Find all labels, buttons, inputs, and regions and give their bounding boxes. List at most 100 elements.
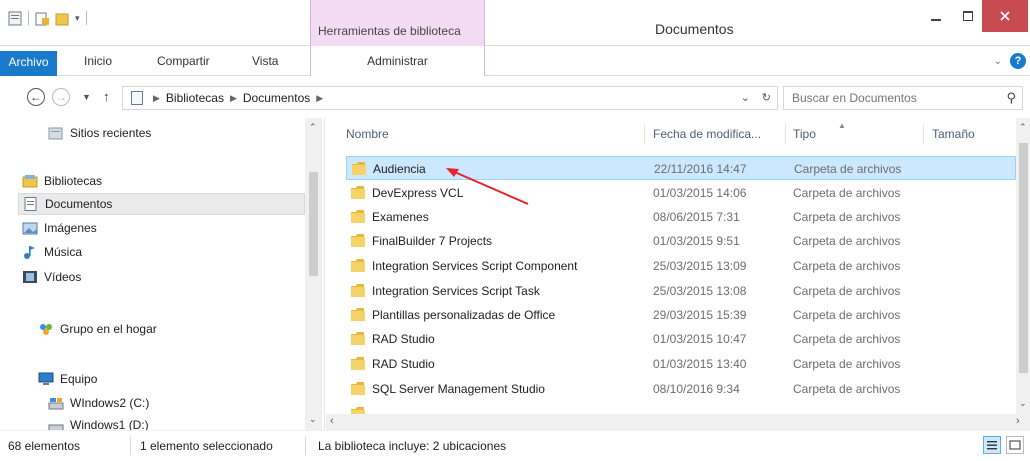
file-name: FinalBuilder 7 Projects: [372, 234, 493, 248]
tab-manage[interactable]: Administrar: [310, 46, 485, 76]
library-tools-context-group: Herramientas de biblioteca: [310, 0, 485, 46]
column-divider[interactable]: [785, 124, 786, 144]
expand-ribbon-icon[interactable]: ⌄: [994, 56, 1002, 67]
nav-item-documents[interactable]: Documentos: [18, 193, 305, 215]
refresh-icon[interactable]: ↻: [762, 91, 771, 104]
drive-icon: [48, 396, 64, 410]
nav-item-drive-c[interactable]: WIndows2 (C:): [48, 392, 288, 414]
search-input[interactable]: [792, 91, 992, 105]
nav-item-label: WIndows2 (C:): [70, 396, 150, 410]
file-type: Carpeta de archivos: [793, 234, 901, 248]
column-divider[interactable]: [644, 124, 645, 144]
scrollbar-thumb[interactable]: [309, 172, 318, 276]
libraries-icon: [22, 174, 38, 188]
window-title: Documentos: [655, 21, 734, 37]
scroll-left-icon[interactable]: ‹: [330, 415, 334, 427]
file-date: 22/11/2016 14:47: [654, 162, 747, 176]
scroll-down-icon[interactable]: ⌄: [309, 414, 317, 425]
properties-icon[interactable]: [35, 11, 49, 26]
table-row[interactable]: RAD Studio 01/03/2015 13:40 Carpeta de a…: [346, 352, 1016, 376]
column-divider[interactable]: [923, 124, 924, 144]
file-date: 01/03/2015 14:06: [653, 186, 747, 200]
minimize-icon: [931, 19, 941, 21]
close-icon: [1000, 11, 1010, 21]
search-icon[interactable]: ⚲: [1006, 90, 1016, 106]
library-info: La biblioteca incluye: 2 ubicaciones: [318, 439, 507, 453]
customize-toolbar-icon[interactable]: ▾: [75, 13, 80, 24]
up-arrow-icon[interactable]: ↑: [103, 89, 110, 104]
nav-item-label: Música: [44, 245, 83, 259]
status-divider: [305, 437, 306, 455]
file-type: Carpeta de archivos: [794, 162, 902, 176]
file-type: Carpeta de archivos: [793, 308, 901, 322]
drive-icon: [48, 418, 64, 430]
breadcrumb-documents[interactable]: Documentos: [243, 91, 310, 105]
table-row[interactable]: Integration Services Script Task 25/03/2…: [346, 279, 1016, 303]
table-row[interactable]: SQL Server Management Studio 08/10/2016 …: [346, 377, 1016, 401]
back-button[interactable]: ←: [27, 88, 45, 106]
table-row[interactable]: Plantillas personalizadas de Office 29/0…: [346, 303, 1016, 327]
tab-file[interactable]: Archivo: [0, 51, 57, 76]
chevron-right-icon[interactable]: ▶: [153, 93, 160, 104]
details-view-icon: [987, 441, 997, 450]
details-view-button[interactable]: [983, 436, 1001, 454]
column-header-date[interactable]: Fecha de modifica...: [653, 127, 761, 141]
item-count: 68 elementos: [8, 439, 81, 453]
nav-item-label: Equipo: [60, 372, 98, 386]
tab-share[interactable]: Compartir: [157, 46, 210, 76]
system-menu-icon[interactable]: [8, 11, 22, 26]
table-row[interactable]: FinalBuilder 7 Projects 01/03/2015 9:51 …: [346, 229, 1016, 253]
help-icon[interactable]: ?: [1010, 53, 1026, 69]
tab-home[interactable]: Inicio: [84, 46, 112, 76]
new-folder-icon[interactable]: [55, 11, 69, 26]
nav-item-videos[interactable]: Vídeos: [22, 266, 282, 288]
table-row[interactable]: RAD Studio 01/03/2015 10:47 Carpeta de a…: [346, 327, 1016, 351]
nav-item-drive-d[interactable]: Windows1 (D:): [48, 414, 288, 430]
file-type: Carpeta de archivos: [793, 332, 901, 346]
address-history-dropdown-icon[interactable]: ⌄: [741, 91, 750, 104]
nav-item-recent-places[interactable]: Sitios recientes: [48, 122, 288, 144]
column-header-size[interactable]: Tamaño: [932, 127, 975, 141]
search-box[interactable]: ⚲: [783, 86, 1023, 110]
nav-item-computer[interactable]: Equipo: [38, 368, 288, 390]
scrollbar-thumb[interactable]: [1019, 143, 1028, 373]
file-date: 25/03/2015 13:09: [653, 259, 747, 273]
recent-locations-dropdown-icon[interactable]: ▼: [82, 92, 91, 102]
chevron-right-icon[interactable]: ▶: [316, 93, 323, 104]
file-name: Integration Services Script Component: [372, 259, 578, 273]
nav-pane-scrollbar[interactable]: ⌃ ⌄: [305, 118, 322, 430]
file-list-scrollbar[interactable]: ⌃ ⌄: [1016, 118, 1030, 414]
file-name: RAD Studio: [372, 357, 435, 371]
scroll-up-icon[interactable]: ⌃: [1019, 122, 1027, 133]
scroll-up-icon[interactable]: ⌃: [309, 122, 317, 133]
breadcrumb-libraries[interactable]: Bibliotecas: [166, 91, 224, 105]
nav-item-music[interactable]: Música: [22, 241, 282, 263]
music-icon: [22, 245, 38, 259]
table-row[interactable]: Integration Services Script Component 25…: [346, 254, 1016, 278]
column-header-type[interactable]: Tipo: [793, 127, 816, 141]
address-tools: ⌄ ↻: [741, 91, 771, 104]
scroll-right-icon[interactable]: ›: [1016, 415, 1020, 427]
table-row[interactable]: [346, 402, 1016, 414]
tab-view[interactable]: Vista: [252, 46, 278, 76]
file-name: SQL Server Management Studio: [372, 382, 545, 396]
address-bar[interactable]: ▶ Bibliotecas ▶ Documentos ▶ ⌄ ↻: [122, 86, 778, 110]
folder-icon: [351, 210, 365, 223]
nav-item-homegroup[interactable]: Grupo en el hogar: [38, 318, 288, 340]
sort-ascending-icon: ▲: [838, 121, 846, 130]
nav-item-label: Windows1 (D:): [70, 418, 149, 430]
chevron-right-icon[interactable]: ▶: [230, 93, 237, 104]
file-list-horizontal-scrollbar[interactable]: ‹ ›: [326, 414, 1030, 430]
nav-item-pictures[interactable]: Imágenes: [22, 217, 282, 239]
quick-access-toolbar: ▾: [8, 9, 87, 27]
scroll-down-icon[interactable]: ⌄: [1019, 398, 1027, 409]
forward-button[interactable]: →: [52, 88, 70, 106]
column-header-name[interactable]: Nombre: [346, 127, 389, 141]
large-icons-view-button[interactable]: [1006, 436, 1024, 454]
navigation-pane: Sitios recientes Bibliotecas Documentos …: [0, 118, 325, 430]
maximize-icon: [963, 11, 973, 21]
file-date: 01/03/2015 9:51: [653, 234, 740, 248]
nav-item-libraries[interactable]: Bibliotecas: [22, 170, 282, 192]
column-headers: Nombre Fecha de modifica... Tipo ▲ Tamañ…: [326, 118, 1016, 148]
close-button[interactable]: [982, 0, 1028, 32]
